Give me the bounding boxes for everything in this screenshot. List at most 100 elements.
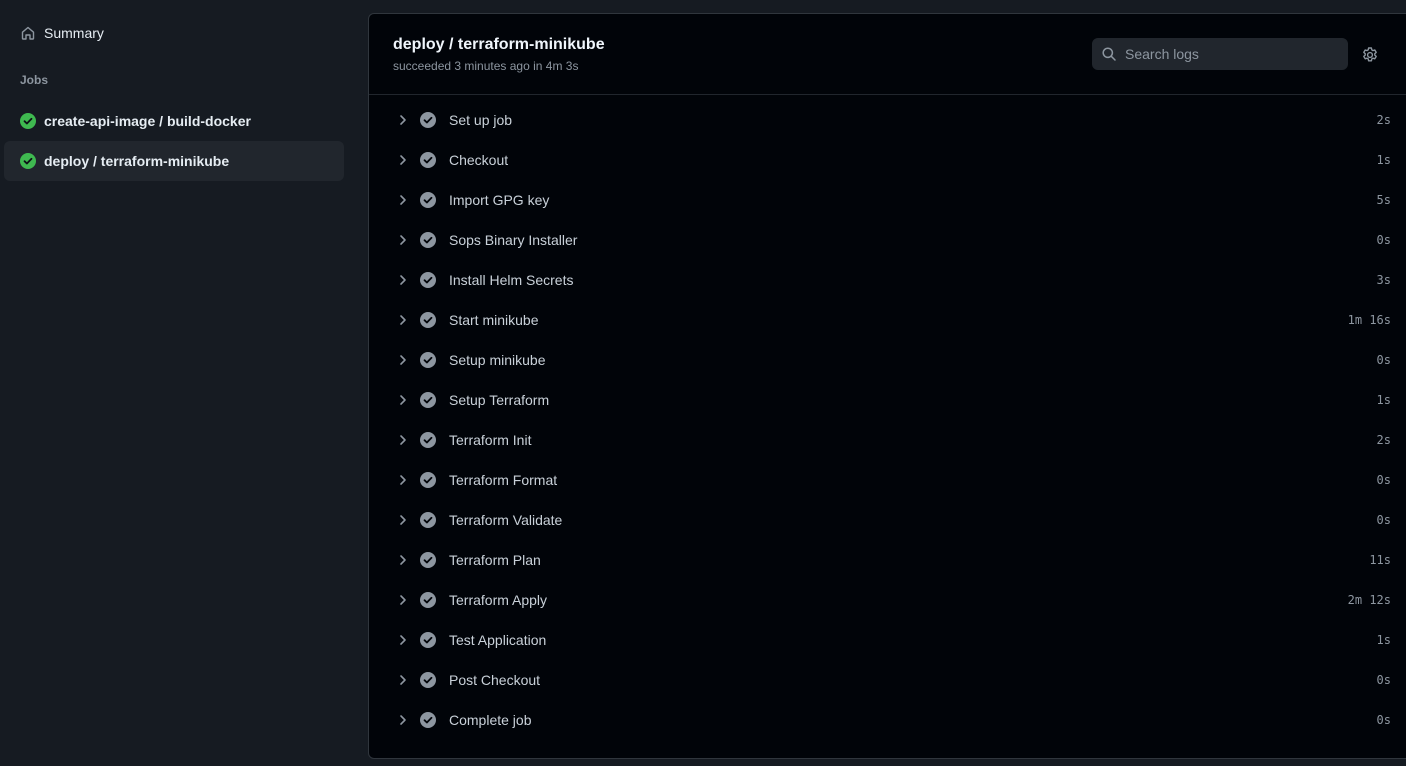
step-duration: 11s bbox=[1369, 553, 1391, 567]
step-row[interactable]: Terraform Plan 11s bbox=[369, 540, 1399, 580]
step-duration: 0s bbox=[1376, 233, 1391, 247]
check-circle-fill-icon bbox=[420, 432, 436, 448]
app-root: Summary Jobs create-api-image / build-do… bbox=[0, 0, 1406, 766]
step-row[interactable]: Set up job 2s bbox=[369, 100, 1399, 140]
step-row[interactable]: Sops Binary Installer 0s bbox=[369, 220, 1399, 260]
step-row[interactable]: Complete job 0s bbox=[369, 700, 1399, 740]
chevron-right-icon[interactable] bbox=[395, 632, 411, 648]
job-header: deploy / terraform-minikube succeeded 3 … bbox=[369, 14, 1406, 95]
job-log-panel: deploy / terraform-minikube succeeded 3 … bbox=[368, 13, 1406, 759]
chevron-right-icon[interactable] bbox=[395, 272, 411, 288]
chevron-right-icon[interactable] bbox=[395, 472, 411, 488]
step-row[interactable]: Terraform Validate 0s bbox=[369, 500, 1399, 540]
search-logs-input[interactable] bbox=[1125, 46, 1335, 62]
step-name: Install Helm Secrets bbox=[449, 272, 574, 288]
home-icon bbox=[20, 25, 36, 41]
step-duration: 0s bbox=[1376, 473, 1391, 487]
step-name: Setup minikube bbox=[449, 352, 546, 368]
check-circle-fill-icon bbox=[20, 113, 36, 129]
job-label: create-api-image / build-docker bbox=[44, 113, 251, 129]
job-label: deploy / terraform-minikube bbox=[44, 153, 230, 169]
step-duration: 3s bbox=[1376, 273, 1391, 287]
job-item[interactable]: deploy / terraform-minikube bbox=[4, 141, 344, 181]
step-duration: 2s bbox=[1376, 113, 1391, 127]
chevron-right-icon[interactable] bbox=[395, 512, 411, 528]
step-row[interactable]: Terraform Init 2s bbox=[369, 420, 1399, 460]
step-row[interactable]: Test Application 1s bbox=[369, 620, 1399, 660]
check-circle-fill-icon bbox=[420, 152, 436, 168]
chevron-right-icon[interactable] bbox=[395, 552, 411, 568]
step-name: Post Checkout bbox=[449, 672, 541, 688]
chevron-right-icon[interactable] bbox=[395, 112, 411, 128]
step-name: Setup Terraform bbox=[449, 392, 550, 408]
summary-link[interactable]: Summary bbox=[4, 13, 344, 53]
sidebar: Summary Jobs create-api-image / build-do… bbox=[0, 0, 352, 766]
step-duration: 1s bbox=[1376, 393, 1391, 407]
step-duration: 0s bbox=[1376, 353, 1391, 367]
step-row[interactable]: Setup Terraform 1s bbox=[369, 380, 1399, 420]
chevron-right-icon[interactable] bbox=[395, 712, 411, 728]
check-circle-fill-icon bbox=[420, 552, 436, 568]
step-list: Set up job 2s Checkout 1s Import GPG key 5s So… bbox=[369, 100, 1399, 740]
step-name: Checkout bbox=[449, 152, 509, 168]
step-name: Test Application bbox=[449, 632, 547, 648]
chevron-right-icon[interactable] bbox=[395, 152, 411, 168]
step-row[interactable]: Checkout 1s bbox=[369, 140, 1399, 180]
step-name: Terraform Plan bbox=[449, 552, 541, 568]
check-circle-fill-icon bbox=[420, 272, 436, 288]
step-row[interactable]: Post Checkout 0s bbox=[369, 660, 1399, 700]
job-list: create-api-image / build-docker deploy / … bbox=[4, 101, 344, 181]
chevron-right-icon[interactable] bbox=[395, 192, 411, 208]
step-duration: 0s bbox=[1376, 713, 1391, 727]
check-circle-fill-icon bbox=[420, 672, 436, 688]
step-name: Import GPG key bbox=[449, 192, 550, 208]
check-circle-fill-icon bbox=[420, 192, 436, 208]
step-duration: 1m 16s bbox=[1347, 313, 1391, 327]
step-duration: 2m 12s bbox=[1347, 593, 1391, 607]
step-name: Start minikube bbox=[449, 312, 539, 328]
check-circle-fill-icon bbox=[420, 592, 436, 608]
chevron-right-icon[interactable] bbox=[395, 672, 411, 688]
check-circle-fill-icon bbox=[420, 352, 436, 368]
summary-label: Summary bbox=[44, 25, 104, 41]
step-duration: 1s bbox=[1376, 153, 1391, 167]
search-logs-box[interactable] bbox=[1092, 38, 1348, 70]
check-circle-fill-icon bbox=[20, 153, 36, 169]
step-duration: 0s bbox=[1376, 673, 1391, 687]
chevron-right-icon[interactable] bbox=[395, 432, 411, 448]
check-circle-fill-icon bbox=[420, 472, 436, 488]
check-circle-fill-icon bbox=[420, 392, 436, 408]
chevron-right-icon[interactable] bbox=[395, 312, 411, 328]
step-name: Terraform Format bbox=[449, 472, 558, 488]
job-item[interactable]: create-api-image / build-docker bbox=[4, 101, 344, 141]
settings-button[interactable] bbox=[1361, 46, 1379, 64]
check-circle-fill-icon bbox=[420, 112, 436, 128]
search-icon bbox=[1101, 46, 1117, 62]
step-duration: 2s bbox=[1376, 433, 1391, 447]
step-row[interactable]: Terraform Format 0s bbox=[369, 460, 1399, 500]
step-name: Terraform Apply bbox=[449, 592, 548, 608]
check-circle-fill-icon bbox=[420, 632, 436, 648]
check-circle-fill-icon bbox=[420, 712, 436, 728]
step-name: Terraform Init bbox=[449, 432, 532, 448]
step-name: Set up job bbox=[449, 112, 513, 128]
chevron-right-icon[interactable] bbox=[395, 592, 411, 608]
gear-icon bbox=[1361, 46, 1379, 64]
jobs-heading: Jobs bbox=[20, 73, 49, 87]
step-duration: 1s bbox=[1376, 633, 1391, 647]
step-duration: 0s bbox=[1376, 513, 1391, 527]
job-title: deploy / terraform-minikube bbox=[393, 36, 605, 53]
step-row[interactable]: Install Helm Secrets 3s bbox=[369, 260, 1399, 300]
step-duration: 5s bbox=[1376, 193, 1391, 207]
chevron-right-icon[interactable] bbox=[395, 232, 411, 248]
step-name: Terraform Validate bbox=[449, 512, 563, 528]
step-row[interactable]: Setup minikube 0s bbox=[369, 340, 1399, 380]
step-row[interactable]: Terraform Apply 2m 12s bbox=[369, 580, 1399, 620]
check-circle-fill-icon bbox=[420, 512, 436, 528]
check-circle-fill-icon bbox=[420, 232, 436, 248]
chevron-right-icon[interactable] bbox=[395, 392, 411, 408]
chevron-right-icon[interactable] bbox=[395, 352, 411, 368]
step-name: Sops Binary Installer bbox=[449, 232, 578, 248]
step-row[interactable]: Import GPG key 5s bbox=[369, 180, 1399, 220]
step-row[interactable]: Start minikube 1m 16s bbox=[369, 300, 1399, 340]
